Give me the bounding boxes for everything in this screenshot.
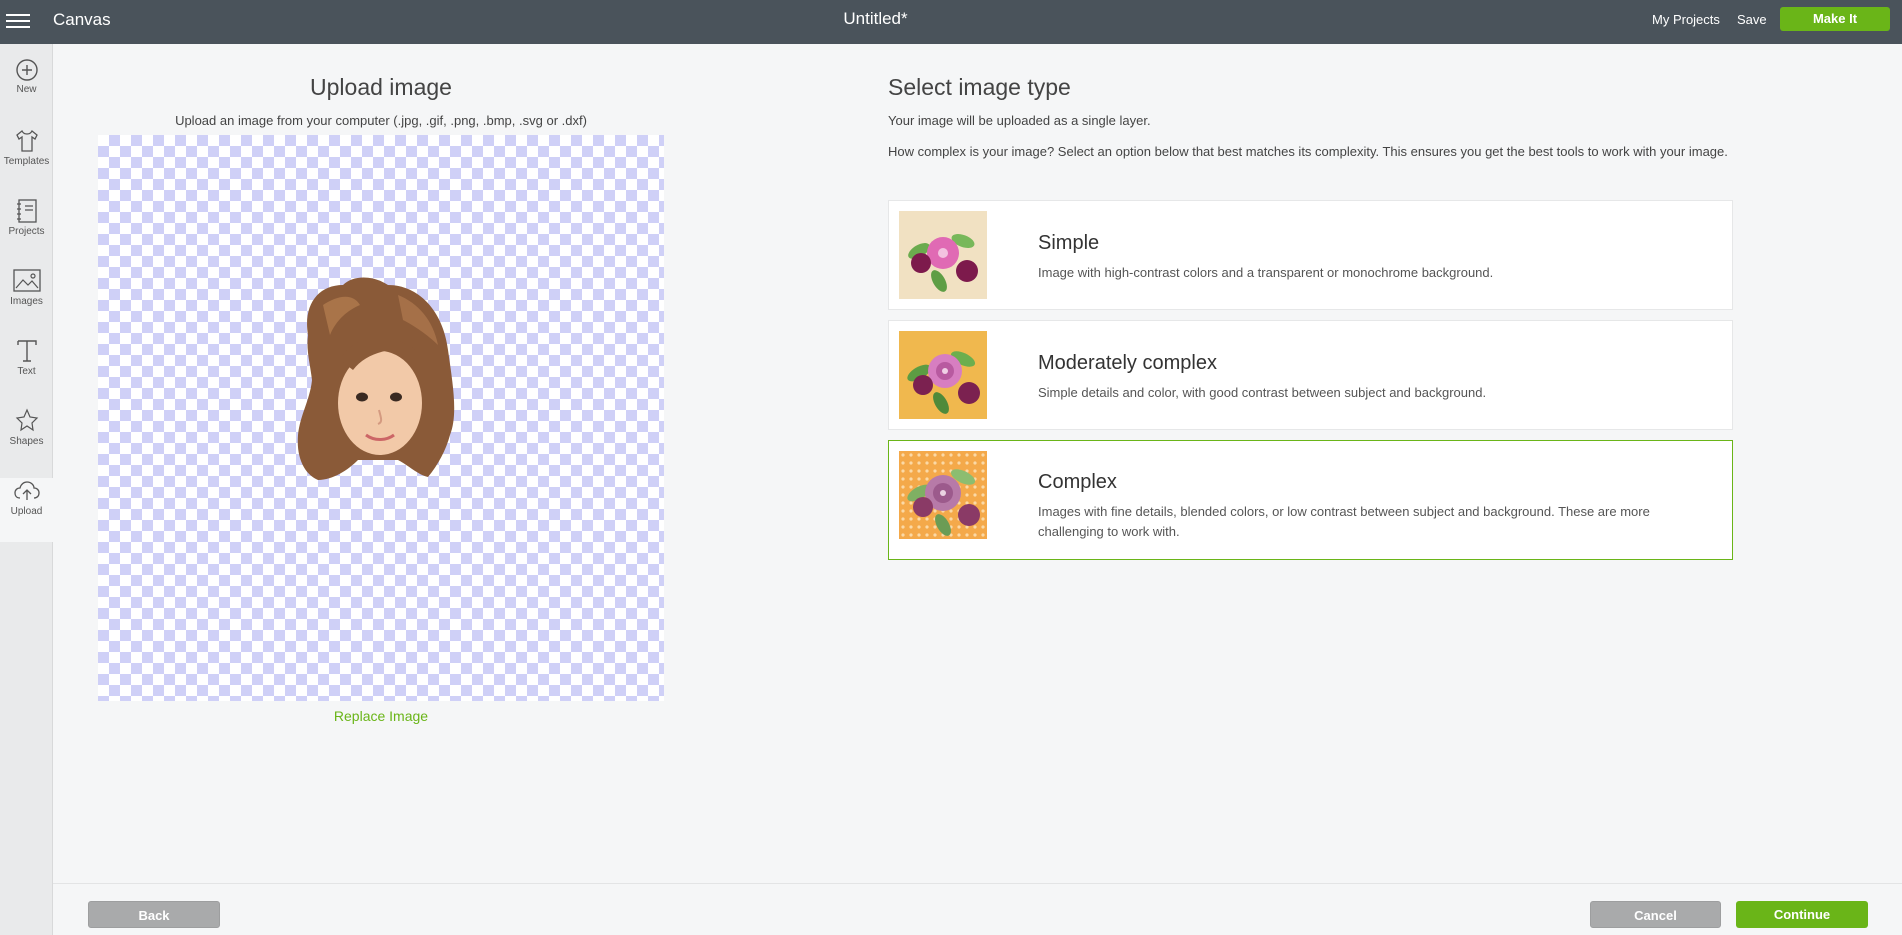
sidebar-item-upload[interactable]: Upload — [0, 478, 53, 542]
make-it-button[interactable]: Make It — [1780, 7, 1890, 31]
option-moderately-complex[interactable]: Moderately complex Simple details and co… — [888, 320, 1733, 430]
upload-subtitle: Upload an image from your computer (.jpg… — [175, 113, 587, 128]
sidebar-item-shapes[interactable]: Shapes — [0, 408, 53, 472]
left-sidebar: New Templates Projects Images Text Shape… — [0, 44, 53, 935]
sidebar-item-images[interactable]: Images — [0, 268, 53, 332]
simple-flower-thumbnail — [899, 211, 987, 299]
cancel-button[interactable]: Cancel — [1590, 901, 1721, 928]
sidebar-item-label: Projects — [8, 226, 45, 237]
text-icon — [16, 340, 37, 362]
select-image-type-title: Select image type — [888, 74, 1071, 100]
moderate-flower-thumbnail — [899, 331, 987, 419]
shapes-icon — [15, 408, 38, 432]
image-preview-canvas — [98, 135, 664, 701]
option-description: Simple details and color, with good cont… — [1038, 385, 1487, 400]
option-description: Images with fine details, blended colors… — [1038, 504, 1650, 539]
sidebar-item-new[interactable]: New — [0, 58, 53, 122]
upload-title: Upload image — [310, 74, 452, 100]
option-title: Moderately complex — [1038, 352, 1217, 374]
continue-button[interactable]: Continue — [1736, 901, 1868, 928]
my-projects-link[interactable]: My Projects — [1652, 12, 1720, 27]
single-layer-note: Your image will be uploaded as a single … — [888, 113, 1151, 128]
option-complex[interactable]: Complex Images with fine details, blende… — [888, 440, 1733, 560]
sidebar-item-text[interactable]: Text — [0, 338, 53, 402]
notebook-icon — [16, 199, 37, 223]
sidebar-item-label: Text — [17, 366, 36, 377]
top-bar: Canvas Untitled* My Projects Save Make I… — [0, 0, 1902, 44]
cloud-upload-icon — [13, 481, 40, 500]
sidebar-item-label: Images — [10, 296, 43, 307]
sidebar-item-projects[interactable]: Projects — [0, 198, 53, 262]
sidebar-item-label: Templates — [3, 156, 50, 167]
uploaded-image-preview — [297, 277, 455, 480]
save-link[interactable]: Save — [1737, 12, 1767, 27]
shirt-icon — [15, 129, 38, 152]
complexity-note: How complex is your image? Select an opt… — [888, 144, 1728, 159]
sidebar-item-label: New — [16, 84, 37, 95]
sidebar-item-label: Upload — [10, 506, 43, 517]
option-title: Simple — [1038, 232, 1100, 254]
option-simple[interactable]: Simple Image with high-contrast colors a… — [888, 200, 1733, 310]
option-title: Complex — [1038, 471, 1117, 493]
complex-flower-thumbnail — [899, 451, 987, 539]
sidebar-item-templates[interactable]: Templates — [0, 128, 53, 192]
option-description: Image with high-contrast colors and a tr… — [1038, 265, 1494, 280]
document-title[interactable]: Untitled* — [0, 9, 1751, 29]
replace-image-link[interactable]: Replace Image — [98, 708, 664, 724]
image-icon — [12, 269, 41, 292]
plus-circle-icon — [15, 59, 38, 81]
back-button[interactable]: Back — [88, 901, 220, 928]
sidebar-item-label: Shapes — [9, 436, 44, 447]
